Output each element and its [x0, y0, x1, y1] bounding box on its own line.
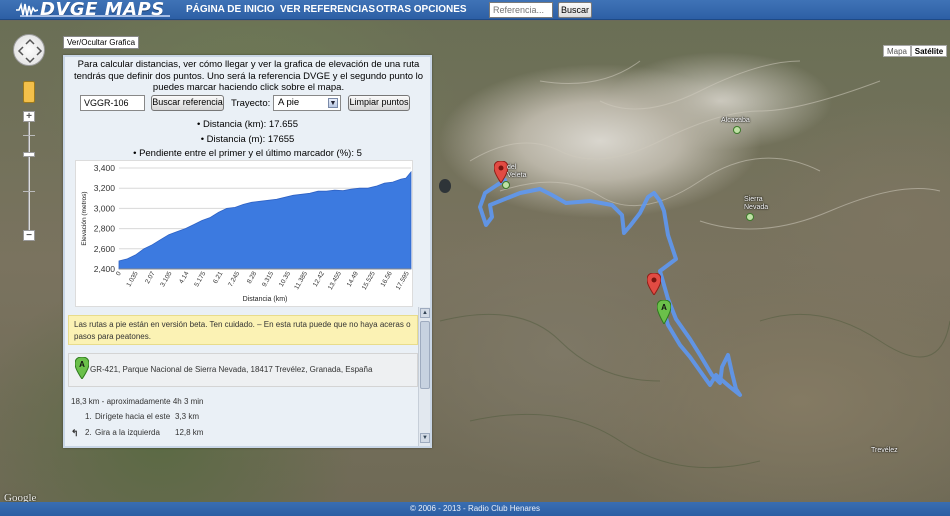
x-tick-label: 15.525 — [361, 270, 377, 291]
direction-step[interactable]: ↰ 2. Gira a la izquierda 12,8 km — [71, 426, 411, 440]
route-summary: 18,3 km - aproximadamente 4h 3 min — [71, 397, 204, 406]
step-number: 1. — [85, 412, 92, 421]
logo-underline — [20, 15, 170, 17]
x-tick-label: 1.035 — [125, 270, 139, 288]
y-tick-label: 2,400 — [94, 264, 116, 274]
zoom-notch — [23, 135, 35, 136]
place-label-veleta: del Veleta — [507, 164, 527, 179]
scroll-up-arrow-icon[interactable]: ▲ — [420, 308, 430, 318]
click-point-marker-icon[interactable] — [647, 273, 661, 295]
marker-a-icon: A — [75, 357, 89, 379]
route-panel: Para calcular distancias, ver cómo llega… — [63, 55, 432, 448]
elevation-area — [118, 170, 412, 270]
place-label-alcazaba: Alcazaba — [721, 117, 750, 124]
pan-arrows-icon — [17, 38, 43, 64]
nav-other-options[interactable]: OTRAS OPCIONES — [376, 0, 467, 20]
map-type-map-button[interactable]: Mapa — [883, 45, 911, 57]
toggle-chart-button[interactable]: Ver/Ocultar Grafica — [63, 36, 140, 49]
x-tick-label: 14.49 — [346, 270, 360, 288]
search-reference-button[interactable]: Buscar referencia — [151, 95, 224, 111]
search-button[interactable]: Buscar — [558, 2, 592, 18]
zoom-handle[interactable] — [23, 152, 35, 157]
elevation-chart: 2,400 2,600 2,800 3,000 3,200 3,400 0 1.035 2.07… — [75, 160, 413, 307]
logo[interactable]: DVGE MAPS — [16, 0, 165, 20]
turn-left-icon: ↰ — [71, 428, 79, 438]
scroll-thumb[interactable] — [420, 321, 430, 389]
top-bar: DVGE MAPS PÁGINA DE INICIO VER REFERENCI… — [0, 0, 950, 20]
x-tick-label: 11.385 — [293, 270, 309, 291]
x-tick-label: 7.245 — [227, 270, 241, 288]
trayecto-selected-value: A pie — [278, 97, 300, 108]
nav-references[interactable]: VER REFERENCIAS — [280, 0, 375, 20]
reference-input[interactable] — [80, 95, 145, 111]
peak-marker-icon — [733, 126, 741, 134]
reference-search-input[interactable] — [489, 2, 553, 18]
y-tick-label: 3,000 — [94, 203, 116, 213]
zoom-in-button[interactable]: + — [23, 111, 35, 122]
street-view-pegman-icon[interactable] — [23, 81, 35, 103]
y-tick-label: 3,400 — [94, 163, 116, 173]
pan-control[interactable] — [13, 34, 45, 66]
start-address: GR-421, Parque Nacional de Sierra Nevada… — [90, 365, 373, 374]
trayecto-select[interactable]: A pie ▼ — [273, 95, 341, 111]
place-label-trevelez: Trevélez — [871, 447, 898, 454]
chevron-down-icon: ▼ — [328, 98, 338, 108]
directions-scrollbar[interactable]: ▲ ▼ — [418, 307, 430, 446]
step-distance: 12,8 km — [175, 428, 204, 437]
stat-distance-m: Distancia (m): 17655 — [65, 133, 430, 148]
zoom-out-button[interactable]: − — [23, 230, 35, 241]
footer: © 2006 - 2013 - Radio Club Henares — [0, 502, 950, 516]
destination-marker-icon[interactable] — [494, 161, 508, 183]
step-instruction: Dirígete hacia el este — [95, 412, 171, 421]
y-tick-label: 2,800 — [94, 224, 116, 234]
route-stats: Distancia (km): 17.655 Distancia (m): 17… — [65, 118, 430, 162]
x-tick-label: 6.21 — [212, 270, 225, 285]
x-tick-label: 2.07 — [144, 270, 157, 285]
x-tick-label: 13.455 — [327, 270, 343, 291]
peak-marker-icon — [502, 181, 510, 189]
step-instruction: Gira a la izquierda — [95, 428, 160, 437]
map-type-satellite-button[interactable]: Satélite — [911, 45, 947, 57]
google-logo: Google — [4, 492, 37, 502]
x-tick-label: 5.175 — [193, 270, 207, 288]
x-axis-title: Distancia (km) — [243, 296, 288, 303]
peak-marker-icon — [746, 213, 754, 221]
y-tick-label: 3,200 — [94, 183, 116, 193]
logo-text: DVGE MAPS — [40, 0, 165, 20]
y-axis-title: Elevación (metros) — [81, 191, 88, 245]
nav-home[interactable]: PÁGINA DE INICIO — [186, 0, 275, 20]
step-distance: 3,3 km — [175, 412, 200, 421]
svg-text:A: A — [661, 303, 667, 312]
x-tick-label: 8.28 — [246, 270, 259, 285]
start-address-box: A GR-421, Parque Nacional de Sierra Neva… — [68, 353, 418, 387]
x-tick-label: 3.105 — [159, 270, 173, 288]
y-tick-label: 2,600 — [94, 244, 116, 254]
elevation-chart-svg: 2,400 2,600 2,800 3,000 3,200 3,400 0 1.035 2.07… — [81, 163, 412, 303]
trayecto-label: Trayecto: — [231, 98, 271, 109]
x-tick-label: 4.14 — [178, 270, 191, 285]
scroll-down-arrow-icon[interactable]: ▼ — [420, 433, 430, 443]
clear-points-button[interactable]: Limpiar puntos — [348, 95, 410, 111]
x-tick-label: 9.315 — [261, 270, 275, 288]
direction-step[interactable]: 1. Dirígete hacia el este 3,3 km — [71, 410, 411, 424]
intro-text: Para calcular distancias, ver cómo llega… — [73, 59, 424, 93]
x-tick-label: 17.595 — [395, 270, 411, 291]
svg-text:A: A — [79, 360, 85, 369]
beta-warning: Las rutas a pie están en versión beta. T… — [68, 315, 418, 345]
start-marker-a-icon[interactable]: A — [657, 300, 671, 324]
x-tick-label: 16.56 — [380, 270, 394, 288]
zoom-notch — [23, 191, 35, 192]
x-tick-label: 12.42 — [312, 270, 326, 288]
place-label-sierra-nevada: Sierra Nevada — [744, 196, 769, 211]
x-tick-label: 10.35 — [278, 270, 292, 288]
stat-distance-km: Distancia (km): 17.655 — [65, 118, 430, 133]
step-number: 2. — [85, 428, 92, 437]
x-tick-label: 0 — [115, 270, 123, 277]
